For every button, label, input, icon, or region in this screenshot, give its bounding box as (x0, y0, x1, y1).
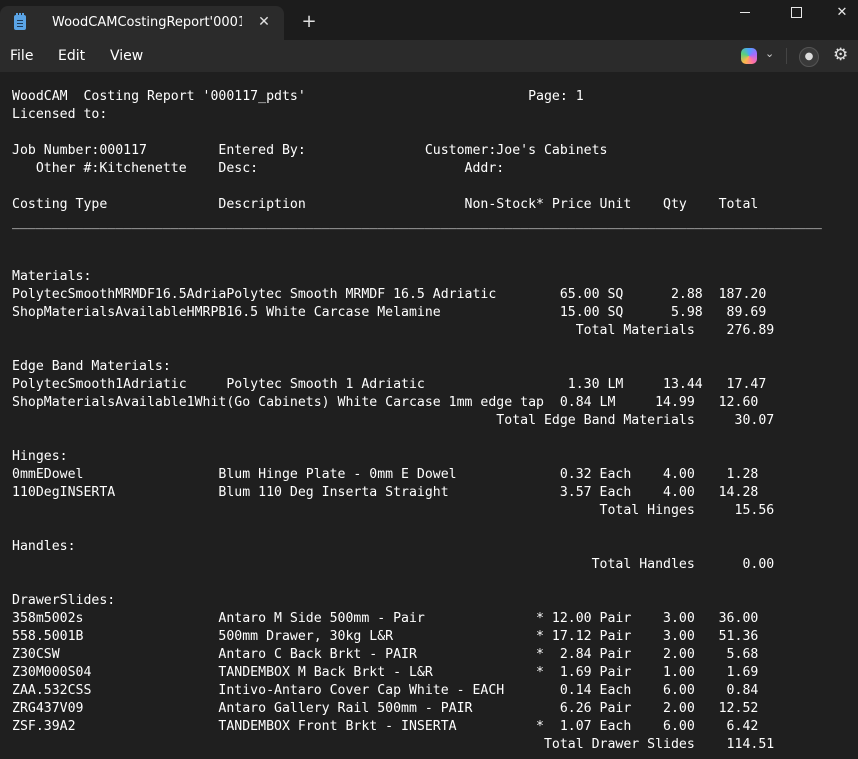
report-line: 110DegINSERTA Blum 110 Deg Inserta Strai… (12, 485, 759, 500)
report-line: Job Number:000117 Entered By: Customer:J… (12, 143, 608, 158)
report-line: ShopMaterialsAvailableHMRPB16.5 White Ca… (12, 305, 767, 320)
menu-bar: File Edit View ⌄ ⚙ (0, 40, 858, 72)
report-line: Total Drawer Slides 114.51 (12, 737, 775, 752)
report-line: ZRG437V09 Antaro Gallery Rail 500mm - PA… (12, 701, 759, 716)
chevron-down-icon[interactable]: ⌄ (765, 47, 774, 60)
report-line: PolytecSmoothMRMDF16.5AdriaPolytec Smoot… (12, 287, 767, 302)
report-line: Edge Band Materials: (12, 359, 171, 374)
document-tab[interactable]: WoodCAMCostingReport'000117pdts ✕ (0, 6, 284, 40)
menu-edit[interactable]: Edit (58, 48, 85, 64)
report-line: Materials: (12, 269, 92, 284)
report-line: 558.5001B 500mm Drawer, 30kg L&R * 17.12… (12, 629, 759, 644)
gear-icon[interactable]: ⚙ (833, 45, 848, 65)
report-line: ShopMaterialsAvailable1Whit(Go Cabinets)… (12, 395, 759, 410)
report-line: PolytecSmooth1Adriatic Polytec Smooth 1 … (12, 377, 767, 392)
report-line: Costing Type Description Non-Stock* Pric… (12, 197, 759, 212)
report-line: ZAA.532CSS Intivo-Antaro Cover Cap White… (12, 683, 759, 698)
report-line: Total Handles 0.00 (12, 557, 775, 572)
notepad-icon (14, 13, 26, 30)
close-window-button[interactable]: ✕ (819, 0, 858, 28)
report-line: Z30CSW Antaro C Back Brkt - PAIR * 2.84 … (12, 647, 759, 662)
report-line: Licensed to: (12, 107, 108, 122)
report-line: Total Edge Band Materials 30.07 (12, 413, 775, 428)
copilot-icon[interactable] (741, 48, 757, 64)
report-line: Hinges: (12, 449, 68, 464)
report-line: 358m5002s Antaro M Side 500mm - Pair * 1… (12, 611, 759, 626)
maximize-icon (790, 7, 802, 18)
new-tab-button[interactable]: + (300, 10, 318, 34)
maximize-button[interactable] (773, 0, 819, 28)
menu-divider (786, 48, 787, 64)
report-line: Total Hinges 15.56 (12, 503, 775, 518)
report-line: WoodCAM Costing Report '000117_pdts' Pag… (12, 89, 584, 104)
report-line: Z30M000S04 TANDEMBOX M Back Brkt - L&R *… (12, 665, 759, 680)
minimize-button[interactable] (722, 0, 768, 28)
menu-view[interactable]: View (110, 48, 143, 64)
menu-file[interactable]: File (10, 48, 33, 64)
report-line: ________________________________________… (12, 215, 822, 230)
report-line: Handles: (12, 539, 76, 554)
tab-close-icon[interactable]: ✕ (256, 12, 272, 32)
account-icon[interactable]: ● (799, 47, 819, 67)
minimize-icon (740, 12, 750, 13)
report-line: Other #:Kitchenette Desc: Addr: (12, 161, 505, 176)
document-editor[interactable]: WoodCAM Costing Report '000117_pdts' Pag… (0, 72, 858, 759)
tab-title: WoodCAMCostingReport'000117pdts (52, 15, 242, 30)
title-bar: WoodCAMCostingReport'000117pdts ✕ + ✕ (0, 0, 858, 40)
report-line: Total Materials 276.89 (12, 323, 775, 338)
report-line: DrawerSlides: (12, 593, 116, 608)
report-line: 0mmEDowel Blum Hinge Plate - 0mm E Dowel… (12, 467, 759, 482)
report-line: ZSF.39A2 TANDEMBOX Front Brkt - INSERTA … (12, 719, 759, 734)
